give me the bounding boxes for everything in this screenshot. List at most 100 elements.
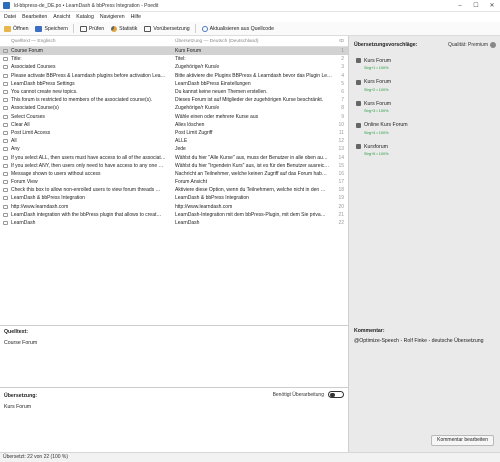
- suggestion-meta: Strg+2 • 100%: [364, 87, 389, 92]
- quality-icon: [490, 42, 496, 48]
- id-cell: 4: [341, 72, 344, 79]
- source-text-label: Quelltext:: [4, 329, 28, 335]
- suggestion-source-icon: [356, 101, 361, 106]
- source-cell: http://www.learndash.com: [11, 203, 69, 210]
- minimize-button[interactable]: –: [452, 0, 468, 12]
- menu-edit[interactable]: Bearbeiten: [22, 14, 47, 20]
- translation-cell: LearnDash-Integration mit dem bbPress-Pl…: [175, 211, 326, 218]
- table-row[interactable]: LearnDash & bbPress Integration LearnDash…: [0, 194, 348, 202]
- id-cell: 11: [338, 129, 344, 136]
- suggestions-header: Übersetzungsvorschläge:: [354, 42, 418, 48]
- id-cell: 15: [338, 162, 344, 169]
- source-column-header[interactable]: Quelltext — Englisch: [11, 39, 56, 44]
- edit-comment-button[interactable]: Kommentar bearbeiten: [431, 435, 494, 446]
- comment-icon: [3, 196, 8, 201]
- id-cell: 22: [338, 220, 344, 227]
- open-button[interactable]: Öffnen: [3, 23, 29, 35]
- table-row[interactable]: If you select ANY, then users only need …: [0, 162, 348, 170]
- menu-view[interactable]: Ansicht: [53, 14, 70, 20]
- translation-input[interactable]: Kurs Forum: [4, 404, 31, 410]
- comment-icon: [3, 163, 8, 168]
- comment-icon: [3, 81, 8, 86]
- needs-work-toggle[interactable]: [328, 391, 344, 398]
- translation-cell: Post Limit Zugriff: [175, 129, 213, 136]
- source-cell: Any: [11, 146, 20, 153]
- table-row[interactable]: Select Courses Wähle einen oder mehrere K…: [0, 113, 348, 121]
- translation-cell: LearnDash: [175, 220, 200, 227]
- table-row[interactable]: Post Limit Access Post Limit Zugriff 11: [0, 129, 348, 137]
- id-cell: 1: [341, 48, 344, 55]
- table-row[interactable]: http://www.learndash.com http://www.learn…: [0, 203, 348, 211]
- translation-column-header[interactable]: Übersetzung — Deutsch (Deutschland): [175, 39, 258, 44]
- comment-icon: [3, 221, 8, 226]
- suggestion-text: Kurs Forum: [364, 79, 392, 85]
- toolbar-separator: [72, 24, 74, 33]
- update-from-source-button[interactable]: Aktualisieren aus Quellcode: [201, 23, 275, 35]
- suggestion-text: Online Kurs Forum: [364, 122, 408, 128]
- source-cell: If you select ALL, then users must have …: [11, 154, 166, 161]
- source-cell: This forum is restricted to members of t…: [11, 97, 153, 104]
- table-row[interactable]: LearnDash integration with the bbPress p…: [0, 211, 348, 219]
- statistics-button[interactable]: Statistik: [110, 23, 138, 35]
- table-row[interactable]: All ALLE 12: [0, 137, 348, 145]
- validate-button[interactable]: Prüfen: [79, 23, 105, 35]
- menu-file[interactable]: Datei: [4, 14, 16, 20]
- title-bar: ld-bbpress-de_DE.po • LearnDash & bbPres…: [0, 0, 500, 12]
- save-button[interactable]: Speichern: [34, 23, 68, 35]
- id-cell: 9: [341, 113, 344, 120]
- table-row[interactable]: LearnDash LearnDash 22: [0, 219, 348, 227]
- pane-divider[interactable]: [0, 325, 348, 326]
- table-row[interactable]: This forum is restricted to members of t…: [0, 96, 348, 104]
- menu-help[interactable]: Hilfe: [131, 14, 141, 20]
- menu-catalog[interactable]: Katalog: [76, 14, 94, 20]
- translation-cell: Jede: [175, 146, 186, 153]
- suggestion-source-icon: [356, 122, 361, 128]
- comment-icon: [3, 180, 8, 185]
- table-row[interactable]: Message shown to users without access Nac…: [0, 170, 348, 178]
- pie-chart-icon: [111, 25, 118, 32]
- menu-navigate[interactable]: Navigieren: [100, 14, 125, 20]
- menu-bar: Datei Bearbeiten Ansicht Katalog Navigie…: [0, 12, 500, 22]
- id-cell: 5: [341, 80, 344, 87]
- toolbar-separator: [194, 24, 196, 33]
- comment-icon: [3, 65, 8, 70]
- id-cell: 17: [338, 179, 344, 186]
- table-row[interactable]: Any Jede 13: [0, 145, 348, 153]
- translation-cell: ALLE: [175, 138, 188, 145]
- source-cell: Associated Course(s): [11, 105, 59, 112]
- translation-cell: Wählst du hier "Alle Kurse" aus, muss de…: [175, 154, 328, 161]
- translation-cell: Bitte aktiviere die Plugins BBPress & Le…: [175, 72, 333, 79]
- table-row[interactable]: Title: Titel: 2: [0, 55, 348, 63]
- source-cell: Clear All: [11, 121, 30, 128]
- id-column-header[interactable]: ID: [339, 39, 344, 44]
- table-row[interactable]: LearnDash bbPress Settings LearnDash bbPr…: [0, 80, 348, 88]
- comment-icon: [3, 204, 8, 209]
- translation-cell: LearnDash & bbPress Integration: [175, 195, 249, 202]
- pane-divider[interactable]: [0, 387, 348, 388]
- suggestion-meta: Strg+3 • 100%: [364, 109, 389, 113]
- source-cell: Please activate BBPress & Learndash plug…: [11, 72, 166, 79]
- source-cell: LearnDash: [11, 220, 36, 227]
- toolbar: Öffnen Speichern Prüfen Statistik Vorübe…: [0, 22, 500, 36]
- table-row[interactable]: Forum View Forum Ansicht 17: [0, 178, 348, 186]
- quality-indicator[interactable]: Qualität: Premium: [448, 42, 496, 48]
- open-label: Öffnen: [13, 25, 29, 32]
- table-row[interactable]: You cannot create new topics. Du kannst k…: [0, 88, 348, 96]
- maximize-button[interactable]: ☐: [468, 0, 484, 12]
- comment-icon: [3, 106, 8, 111]
- table-row[interactable]: If you select ALL, then users must have …: [0, 153, 348, 161]
- id-cell: 21: [338, 211, 344, 218]
- table-row[interactable]: Associated Course(s) Zugehörige/r Kurs/e 8: [0, 104, 348, 112]
- source-cell: You cannot create new topics.: [11, 89, 78, 96]
- table-row[interactable]: Please activate BBPress & Learndash plug…: [0, 72, 348, 80]
- close-button[interactable]: ✕: [484, 0, 500, 12]
- table-row[interactable]: Clear All Alles löschen 10: [0, 121, 348, 129]
- table-row[interactable]: Associated Courses Zugehörige/r Kurs/e 3: [0, 63, 348, 71]
- translation-cell: Wähle einen oder mehrere Kurse aus: [175, 113, 259, 120]
- table-row[interactable]: Check this box to allow non-enrolled use…: [0, 186, 348, 194]
- suggestion-meta: Strg+4 • 100%: [364, 130, 389, 135]
- pretranslate-button[interactable]: Vorübersetzung: [143, 23, 190, 35]
- source-cell: Post Limit Access: [11, 129, 51, 136]
- table-row[interactable]: Course Forum Kurs Forum 1: [0, 47, 348, 56]
- toggle-knob: [330, 392, 335, 398]
